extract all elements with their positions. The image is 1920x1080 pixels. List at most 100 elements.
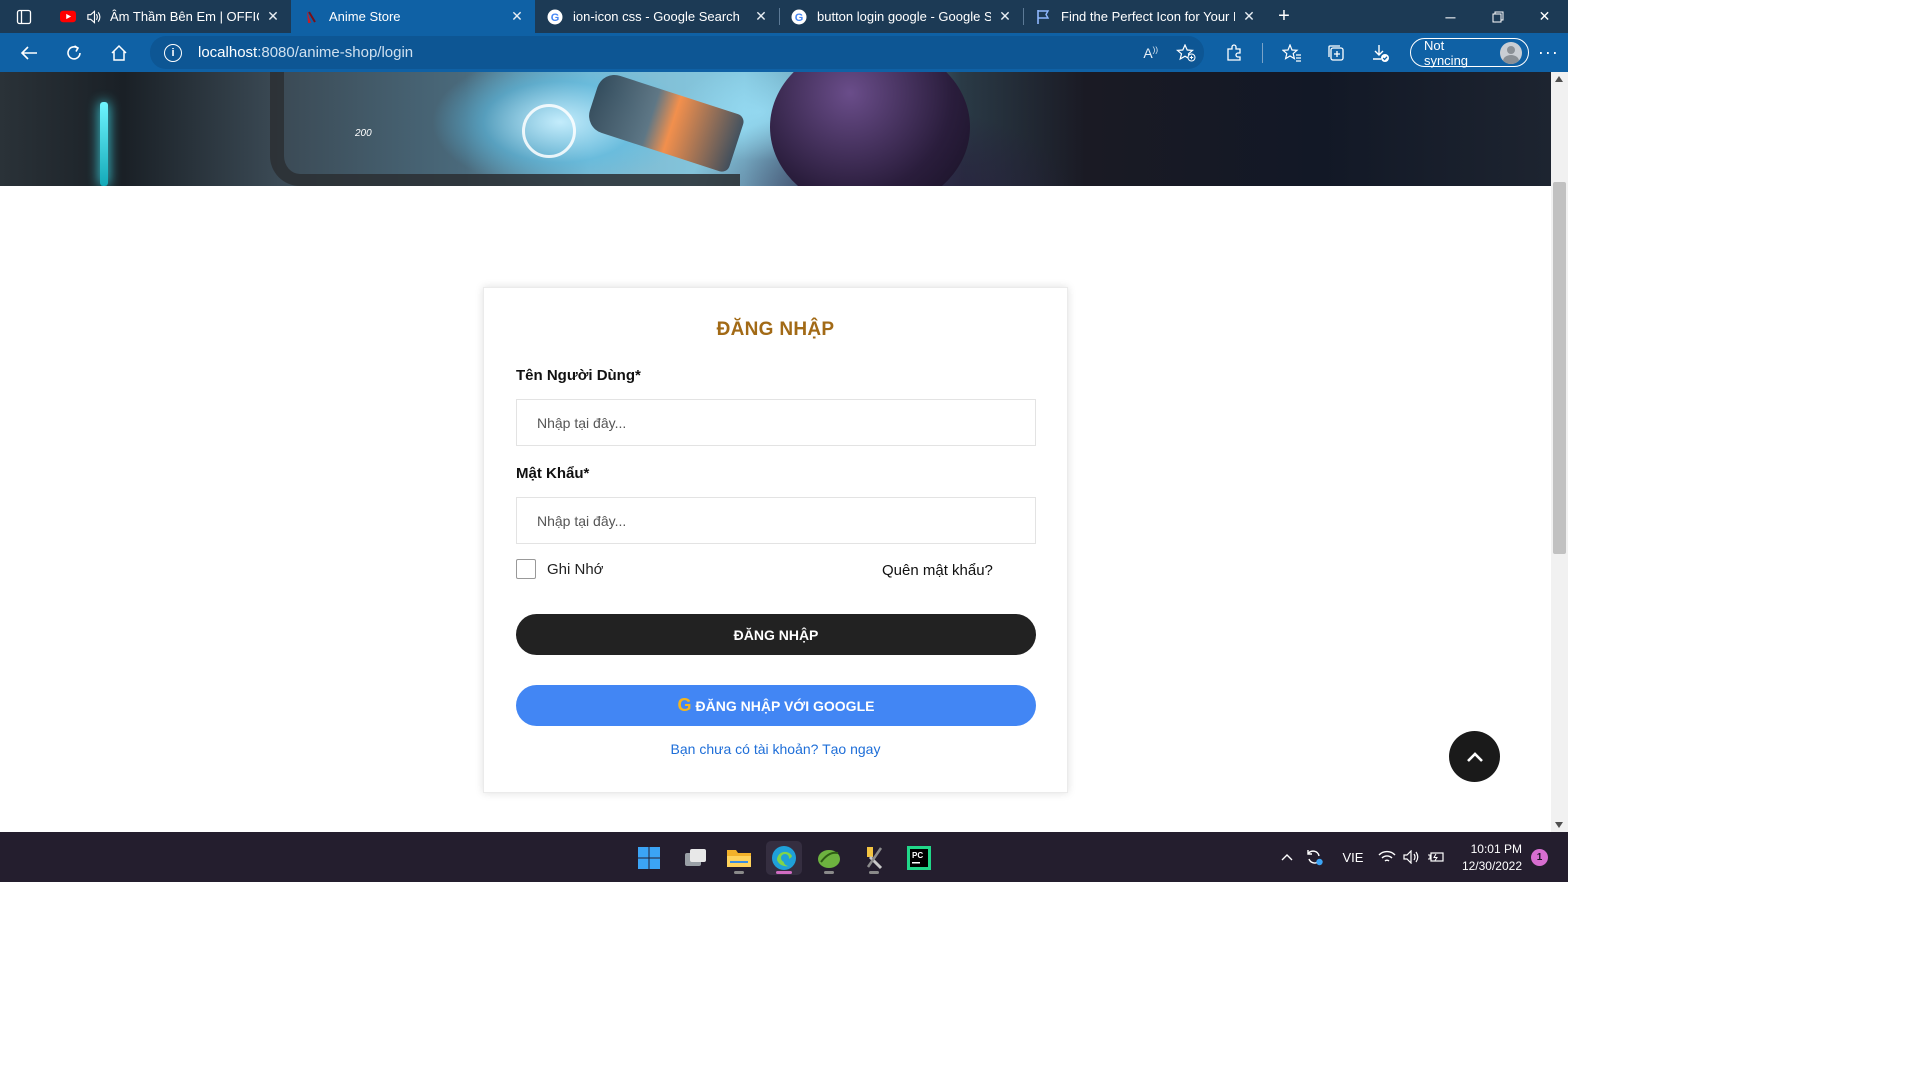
- youtube-icon: [60, 9, 76, 25]
- url-path: :8080/anime-shop/login: [257, 44, 414, 61]
- google-icon: G: [677, 695, 692, 715]
- remember-me: Ghi Nhớ: [516, 559, 604, 579]
- clock-time: 10:01 PM: [1470, 842, 1522, 856]
- spring-tool-button[interactable]: [811, 841, 847, 875]
- google-login-label: ĐĂNG NHẬP VỚI GOOGLE: [695, 697, 875, 714]
- url-host: localhost: [198, 44, 258, 61]
- home-icon: [110, 44, 127, 61]
- refresh-icon: [66, 44, 81, 60]
- collections-button[interactable]: [1314, 33, 1358, 72]
- puzzle-icon: [1227, 43, 1241, 61]
- speaker-icon[interactable]: [86, 9, 102, 25]
- close-tab-icon[interactable]: ✕: [265, 8, 281, 25]
- pycharm-button[interactable]: PC: [901, 841, 937, 875]
- scroll-up-arrow[interactable]: [1555, 76, 1563, 82]
- username-input[interactable]: [516, 399, 1036, 446]
- tab-title: Find the Perfect Icon for Your Project: [1061, 9, 1235, 24]
- remember-me-checkbox[interactable]: [516, 559, 536, 579]
- close-window-button[interactable]: ✕: [1521, 0, 1568, 33]
- input-language-indicator[interactable]: VIE: [1332, 850, 1374, 865]
- tools-button[interactable]: [856, 841, 892, 875]
- system-tray: VIE: [1278, 832, 1448, 882]
- windows-taskbar: PC VIE 10:01 PM 12/30/2022 1: [0, 832, 1568, 882]
- file-explorer-icon: [727, 850, 751, 867]
- show-hidden-icons-chevron-icon[interactable]: [1278, 850, 1296, 865]
- task-view-button[interactable]: [677, 841, 713, 875]
- profile-sync-button[interactable]: Not syncing: [1409, 37, 1529, 68]
- signup-link[interactable]: Bạn chưa có tài khoản? Tạo ngay: [484, 741, 1067, 757]
- svg-text:G: G: [551, 12, 560, 24]
- tab-find-icon[interactable]: Find the Perfect Icon for Your Project ✕: [1023, 0, 1267, 33]
- downloads-button[interactable]: [1358, 33, 1402, 72]
- collections-icon: [1328, 44, 1344, 61]
- refresh-button[interactable]: [51, 33, 96, 72]
- flag-icon: [1035, 9, 1051, 25]
- sync-status-label: Not syncing: [1423, 37, 1469, 68]
- hero-crosshair-ring: [522, 104, 576, 158]
- settings-more-button[interactable]: ···: [1529, 42, 1568, 63]
- svg-text:G: G: [795, 12, 804, 24]
- spring-tool-icon: [818, 850, 840, 868]
- back-to-top-button[interactable]: [1449, 731, 1500, 782]
- address-bar[interactable]: i localhost:8080/anime-shop/login A)): [150, 36, 1204, 69]
- google-login-button[interactable]: G ĐĂNG NHẬP VỚI GOOGLE: [516, 685, 1036, 726]
- google-icon: G: [547, 9, 563, 25]
- tab-ion-icon-search[interactable]: G ion-icon css - Google Search ✕: [535, 0, 779, 33]
- favorites-button[interactable]: [1270, 33, 1314, 72]
- site-info-icon[interactable]: i: [164, 43, 182, 62]
- taskbar-clock[interactable]: 10:01 PM 12/30/2022: [1452, 841, 1522, 875]
- hero-cyan-light: [100, 102, 108, 186]
- read-aloud-icon[interactable]: A)): [1143, 45, 1158, 61]
- remember-me-label[interactable]: Ghi Nhớ: [547, 561, 604, 578]
- close-tab-icon[interactable]: ✕: [753, 8, 769, 25]
- home-button[interactable]: [96, 33, 141, 72]
- pycharm-icon: PC: [907, 846, 931, 870]
- tab-button-login-google-search[interactable]: G button login google - Google Search ✕: [779, 0, 1023, 33]
- edge-button[interactable]: [766, 841, 802, 875]
- forgot-password-link[interactable]: Quên mật khẩu?: [882, 562, 993, 579]
- download-icon: [1372, 44, 1389, 62]
- extensions-button[interactable]: [1212, 33, 1256, 72]
- google-icon: G: [791, 9, 807, 25]
- scrollbar-thumb[interactable]: [1553, 182, 1566, 554]
- login-button[interactable]: ĐĂNG NHẬP: [516, 614, 1036, 655]
- browser-tab-strip: Âm Thầm Bên Em | OFFICIAL ✕ Anime Store …: [0, 0, 1568, 33]
- tab-youtube[interactable]: Âm Thầm Bên Em | OFFICIAL ✕: [48, 0, 291, 33]
- notification-badge[interactable]: 1: [1531, 849, 1548, 866]
- chevron-up-icon: [1466, 751, 1483, 762]
- restore-button[interactable]: [1474, 0, 1521, 33]
- close-tab-icon[interactable]: ✕: [509, 8, 525, 25]
- plus-icon: +: [1278, 5, 1290, 27]
- arrow-left-icon: [20, 45, 37, 60]
- minimize-icon: ─: [1445, 8, 1456, 25]
- volume-icon[interactable]: [1400, 850, 1424, 864]
- minimize-button[interactable]: ─: [1427, 0, 1474, 33]
- avatar: [1500, 41, 1522, 64]
- password-input[interactable]: [516, 497, 1036, 544]
- windows-start-button[interactable]: [631, 841, 667, 875]
- tools-icon: [866, 847, 883, 870]
- window-controls: ─ ✕: [1427, 0, 1568, 33]
- tab-title: button login google - Google Search: [817, 9, 991, 24]
- hero-character-hood: [770, 72, 970, 186]
- close-tab-icon[interactable]: ✕: [997, 8, 1013, 25]
- anime-store-icon: [303, 9, 319, 25]
- battery-icon[interactable]: [1424, 850, 1448, 864]
- scroll-down-arrow[interactable]: [1555, 822, 1563, 828]
- add-favorite-icon[interactable]: [1176, 43, 1196, 62]
- task-view-icon: [685, 849, 706, 866]
- sync-tray-icon[interactable]: [1296, 848, 1332, 866]
- close-tab-icon[interactable]: ✕: [1241, 8, 1257, 25]
- edge-icon: [772, 846, 796, 870]
- tab-title: ion-icon css - Google Search: [573, 9, 740, 24]
- file-explorer-button[interactable]: [721, 841, 757, 875]
- new-tab-button[interactable]: +: [1267, 0, 1301, 33]
- wifi-icon[interactable]: [1374, 850, 1400, 864]
- tab-actions-button[interactable]: [0, 0, 48, 33]
- tab-anime-store[interactable]: Anime Store ✕: [291, 0, 535, 33]
- back-button[interactable]: [6, 33, 51, 72]
- tab-title: Anime Store: [329, 9, 401, 24]
- page-scrollbar[interactable]: [1551, 72, 1568, 832]
- restore-icon: [1492, 11, 1503, 22]
- tab-actions-icon: [16, 9, 32, 24]
